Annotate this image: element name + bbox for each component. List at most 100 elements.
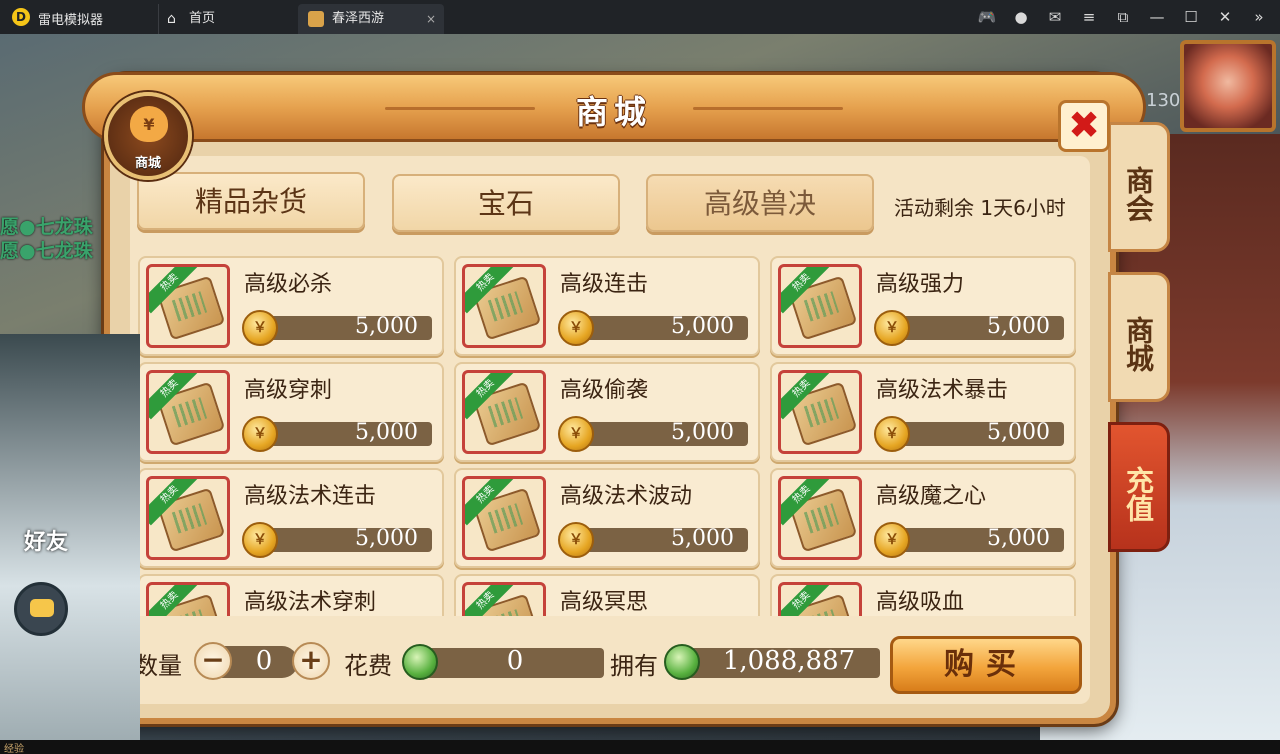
quantity-value: 0	[255, 646, 273, 676]
tab-home-label: 首页	[189, 11, 216, 26]
gold-coin-icon: ￥	[558, 416, 594, 452]
owned-value: 1,088,887	[722, 646, 856, 676]
home-icon: ⌂	[167, 11, 176, 27]
quantity-plus-button[interactable]: +	[292, 642, 330, 680]
skill-scroll-thumbnail: 热卖	[462, 370, 546, 454]
shop-close-button[interactable]: ✖	[1058, 100, 1110, 152]
item-card[interactable]: 热卖 高级法术连击 ￥ 5,000	[138, 468, 444, 568]
item-card[interactable]: 热卖 高级吸血	[770, 574, 1076, 616]
quantity-label: 数量	[134, 652, 182, 680]
app-logo-icon: D	[12, 8, 30, 26]
skill-scroll-thumbnail: 热卖	[146, 264, 230, 348]
chat-button[interactable]	[14, 582, 68, 636]
tab-home[interactable]: ⌂ 首页	[158, 4, 296, 34]
skill-scroll-thumbnail: 热卖	[146, 370, 230, 454]
item-card[interactable]: 热卖 高级法术暴击 ￥ 5,000	[770, 362, 1076, 462]
cost-label: 花费	[344, 652, 392, 680]
category-general-goods[interactable]: 精品杂货	[137, 172, 365, 230]
tab-game[interactable]: 春泽西游 ×	[298, 4, 444, 34]
item-price: 5,000	[671, 314, 734, 339]
skill-scroll-thumbnail: 热卖	[778, 370, 862, 454]
exp-bar: 经验	[0, 740, 1280, 754]
buy-button[interactable]: 购买	[890, 636, 1082, 694]
item-price: 5,000	[671, 420, 734, 445]
item-name: 高级冥思	[560, 590, 649, 615]
item-card[interactable]: 热卖 高级法术穿刺	[138, 574, 444, 616]
gold-coin-icon: ￥	[558, 310, 594, 346]
item-name: 高级偷袭	[560, 378, 649, 403]
category-gems[interactable]: 宝石	[392, 174, 620, 232]
gold-coin-icon: ￥	[874, 416, 910, 452]
item-card[interactable]: 热卖 高级偷袭 ￥ 5,000	[454, 362, 760, 462]
gold-coin-icon: ￥	[242, 310, 278, 346]
item-card[interactable]: 热卖 高级法术波动 ￥ 5,000	[454, 468, 760, 568]
gold-coin-icon: ￥	[558, 522, 594, 558]
item-card[interactable]: 热卖 高级强力 ￥ 5,000	[770, 256, 1076, 356]
popout-icon[interactable]: ⧉	[1112, 8, 1134, 26]
mail-icon[interactable]: ✉	[1044, 8, 1066, 26]
item-card[interactable]: 热卖 高级连击 ￥ 5,000	[454, 256, 760, 356]
gold-coin-icon: ￥	[874, 522, 910, 558]
item-price: 5,000	[987, 526, 1050, 551]
event-timer: 活动剩余 1天6小时	[894, 196, 1066, 220]
skill-scroll-thumbnail: 热卖	[462, 476, 546, 560]
shop-badge-label: 商城	[134, 156, 161, 171]
app-name: 雷电模拟器	[38, 13, 104, 28]
shop-header: 商城	[82, 72, 1146, 142]
gold-coin-icon: ￥	[242, 522, 278, 558]
tab-game-label: 春泽西游	[332, 11, 385, 26]
collapse-icon[interactable]: »	[1248, 8, 1270, 26]
account-icon[interactable]: ●	[1010, 8, 1032, 26]
game-viewport: 愿●七龙珠 愿●七龙珠 好友 130 经验 商城 ¥ 商城 ✖ 商会 商城 充值…	[0, 34, 1280, 754]
item-name: 高级法术穿刺	[244, 590, 377, 615]
item-price: 5,000	[355, 420, 418, 445]
game-icon	[308, 11, 324, 27]
shop-title: 商城	[575, 93, 652, 131]
gamepad-icon[interactable]: 🎮	[976, 8, 998, 26]
category-advanced-skills[interactable]: 高级兽决	[646, 174, 874, 232]
skill-scroll-thumbnail: 热卖	[462, 264, 546, 348]
header-ornament	[693, 107, 843, 110]
item-name: 高级法术波动	[560, 484, 693, 509]
item-price: 5,000	[671, 526, 734, 551]
item-card[interactable]: 热卖 高级冥思	[454, 574, 760, 616]
shop-badge: ¥ 商城	[104, 92, 192, 180]
menu-icon[interactable]: ≡	[1078, 8, 1100, 26]
tab-close-icon[interactable]: ×	[426, 4, 436, 34]
owned-label: 拥有	[610, 652, 658, 680]
item-price: 5,000	[355, 314, 418, 339]
close-icon[interactable]: ✕	[1214, 8, 1236, 26]
side-chat-line: 愿●七龙珠	[0, 216, 93, 238]
item-price: 5,000	[355, 526, 418, 551]
item-grid: 热卖 高级必杀 ￥ 5,000 热卖 高级连击 ￥ 5,000 热卖 高级强力 ￥ 5,000 热卖 高级…	[138, 256, 1078, 616]
item-price: 5,000	[987, 314, 1050, 339]
purchase-footer: 数量 − 0 + 花费 0 拥有 1,088,887 购买	[0, 634, 1280, 694]
friends-button[interactable]: 好友	[24, 524, 68, 556]
side-tab-guild-shop[interactable]: 商会	[1108, 122, 1170, 252]
item-name: 高级穿刺	[244, 378, 333, 403]
money-bag-icon: ¥	[130, 106, 168, 142]
hp-number: 130	[1146, 90, 1181, 111]
emulator-title-bar: D 雷电模拟器 ⌂ 首页 春泽西游 × 🎮 ● ✉ ≡ ⧉ — ☐ ✕ »	[0, 0, 1280, 34]
jade-currency-icon	[402, 644, 438, 680]
skill-scroll-thumbnail: 热卖	[146, 476, 230, 560]
minimize-icon[interactable]: —	[1146, 8, 1168, 26]
maximize-icon[interactable]: ☐	[1180, 8, 1202, 26]
emulator-toolbar: 🎮 ● ✉ ≡ ⧉ — ☐ ✕ »	[976, 0, 1270, 34]
cost-value: 0	[506, 646, 524, 676]
side-chat-line: 愿●七龙珠	[0, 240, 93, 262]
side-tab-recharge[interactable]: 充值	[1108, 422, 1170, 552]
item-name: 高级强力	[876, 272, 965, 297]
player-avatar[interactable]	[1180, 40, 1276, 132]
gold-coin-icon: ￥	[874, 310, 910, 346]
item-name: 高级连击	[560, 272, 649, 297]
side-tab-mall[interactable]: 商城	[1108, 272, 1170, 402]
skill-scroll-thumbnail: 热卖	[146, 582, 230, 616]
item-name: 高级魔之心	[876, 484, 987, 509]
quantity-minus-button[interactable]: −	[194, 642, 232, 680]
jade-currency-icon	[664, 644, 700, 680]
item-card[interactable]: 热卖 高级必杀 ￥ 5,000	[138, 256, 444, 356]
item-card[interactable]: 热卖 高级魔之心 ￥ 5,000	[770, 468, 1076, 568]
item-card[interactable]: 热卖 高级穿刺 ￥ 5,000	[138, 362, 444, 462]
item-price: 5,000	[987, 420, 1050, 445]
